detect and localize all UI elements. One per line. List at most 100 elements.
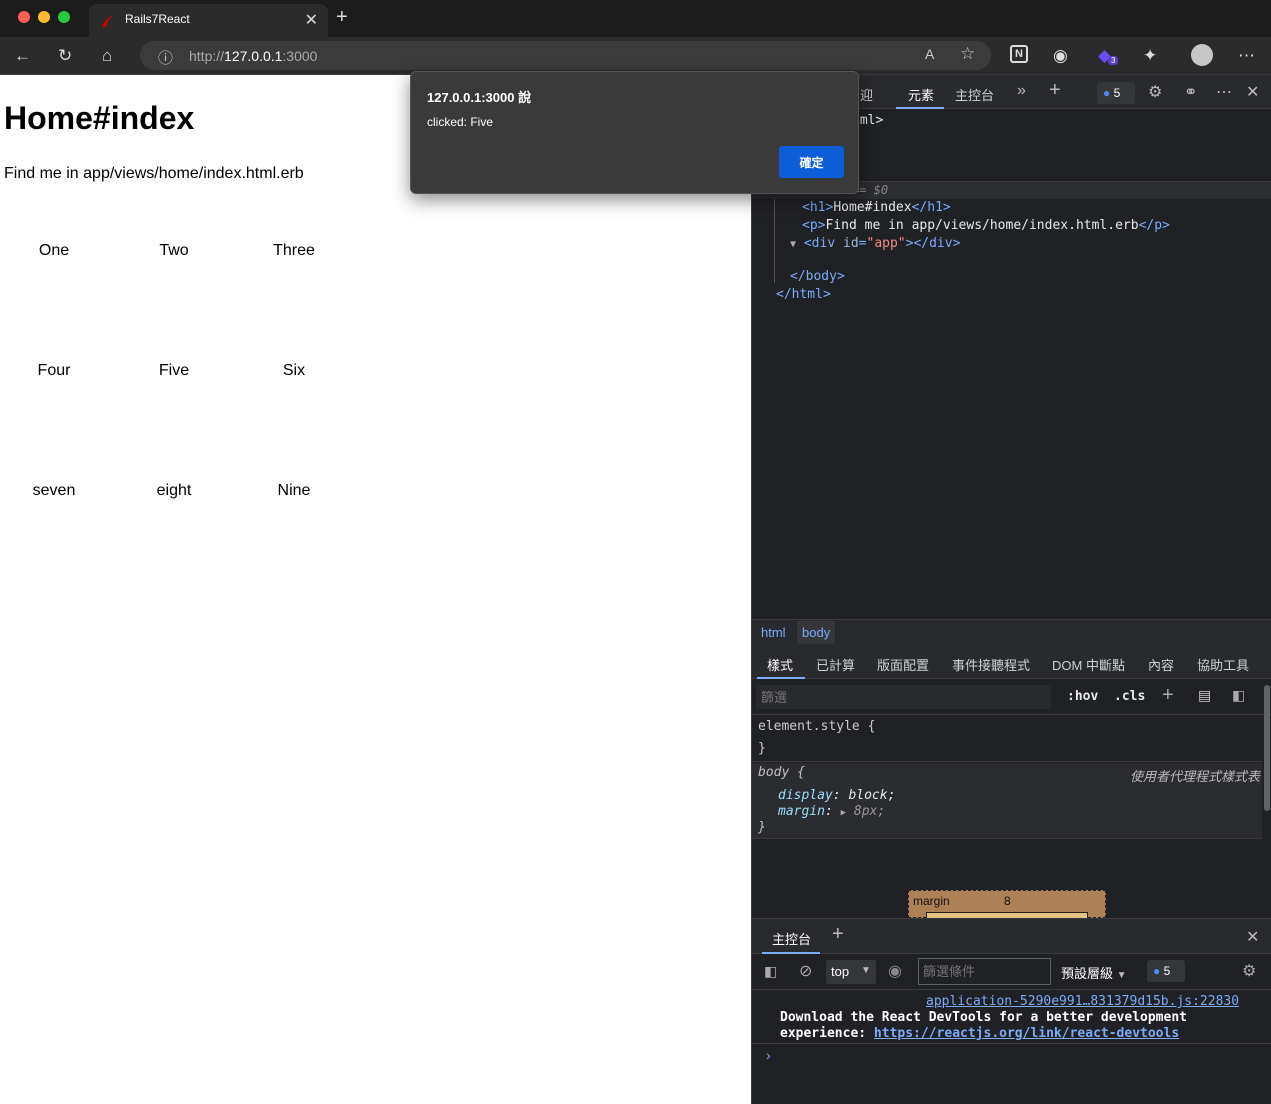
box-model-value: 8 <box>1004 894 1011 908</box>
styles-scrollbar[interactable] <box>1264 685 1270 811</box>
tab-properties[interactable]: 內容 <box>1148 655 1174 674</box>
home-icon[interactable]: ⌂ <box>102 46 112 66</box>
issues-badge[interactable]: ● 5 <box>1097 82 1135 104</box>
drawer-tab-bar: 主控台 + ✕ <box>752 918 1271 954</box>
minimize-window-button[interactable] <box>38 11 50 23</box>
display-declaration[interactable]: display: block; <box>778 788 895 803</box>
react-devtools-link[interactable]: https://reactjs.org/link/react-devtools <box>874 1026 1179 1041</box>
close-tab-icon[interactable]: ✕ <box>305 10 318 30</box>
expand-triangle-icon[interactable]: ▼ <box>790 239 796 250</box>
browser-tab[interactable]: Rails7React ✕ <box>89 4 328 37</box>
issue-icon: ● <box>1103 86 1111 100</box>
notion-extension-icon[interactable]: N <box>1010 45 1028 63</box>
grid-cell[interactable]: seven <box>4 482 104 500</box>
page-heading: Home#index <box>4 100 195 136</box>
more-menu-icon[interactable]: ⋯ <box>1238 46 1255 66</box>
tab-console[interactable]: 主控台 <box>955 85 994 104</box>
tab-elements[interactable]: 元素 <box>908 85 934 104</box>
body-rule-close: } <box>758 820 766 835</box>
tab-event-listeners[interactable]: 事件接聽程式 <box>952 655 1030 674</box>
styles-filter-row: :hov .cls + ▤ ◧ <box>752 679 1271 715</box>
grid-cell[interactable]: Two <box>124 242 224 260</box>
breadcrumb: html body <box>752 619 1271 645</box>
tab-computed[interactable]: 已計算 <box>816 655 855 674</box>
close-devtools-icon[interactable]: ✕ <box>1246 82 1259 102</box>
drawer-add-tab-icon[interactable]: + <box>832 923 844 946</box>
margin-declaration[interactable]: margin: ▶ 8px; <box>778 804 885 819</box>
console-sidebar-icon[interactable]: ◧ <box>764 963 777 980</box>
live-expression-eye-icon[interactable]: ◉ <box>888 961 902 981</box>
more-tabs-icon[interactable]: » <box>1017 82 1026 100</box>
user-agent-label: 使用者代理程式樣式表 <box>1129 769 1260 784</box>
hov-toggle[interactable]: :hov <box>1067 689 1098 704</box>
customize-icon[interactable]: ⚭ <box>1184 82 1197 102</box>
styles-filter-input[interactable] <box>756 685 1051 709</box>
console-message-line1: Download the React DevTools for a better… <box>780 1010 1187 1025</box>
dom-p[interactable]: <p>Find me in app/views/home/index.html.… <box>802 218 1170 233</box>
settings-gear-icon[interactable]: ⚙ <box>1148 82 1162 102</box>
console-filter-input[interactable] <box>918 958 1051 985</box>
dom-div-app[interactable]: ▼ <div id="app"></div> <box>790 236 960 251</box>
console-settings-icon[interactable]: ⚙ <box>1242 961 1256 981</box>
tab-title: Rails7React <box>125 12 190 26</box>
url-text[interactable]: http://127.0.0.1:3000 <box>189 48 317 64</box>
context-selector[interactable]: top ▼ <box>826 960 876 984</box>
active-tab-indicator <box>896 107 944 109</box>
console-issues-badge[interactable]: ● 5 <box>1147 960 1185 982</box>
browser-toolbar: ← ↻ ⌂ ⓘ http://127.0.0.1:3000 A ☆ N ◉ ◆ … <box>0 37 1271 75</box>
address-bar[interactable]: ⓘ http://127.0.0.1:3000 A ☆ <box>140 41 991 70</box>
body-style-rule[interactable]: body { 使用者代理程式樣式表 display: block; margin… <box>752 763 1262 839</box>
add-tab-icon[interactable]: + <box>1049 79 1061 102</box>
console-source-link[interactable]: application-5290e991…831379d15b.js:22830 <box>926 994 1239 1009</box>
spy-extension-icon[interactable]: ◉ <box>1053 46 1068 66</box>
breadcrumb-item-html[interactable]: html <box>761 625 786 640</box>
tab-styles[interactable]: 樣式 <box>767 655 793 674</box>
console-prompt-icon: › <box>766 1047 771 1063</box>
log-levels-dropdown[interactable]: 預設層級 ▼ <box>1061 963 1127 982</box>
element-style-rule[interactable]: element.style { } <box>752 716 1262 762</box>
clear-console-icon[interactable]: ⊘ <box>799 961 812 981</box>
dom-body-close[interactable]: </body> <box>790 269 845 284</box>
reload-icon[interactable]: ↻ <box>58 46 72 66</box>
dom-h1[interactable]: <h1>Home#index</h1> <box>802 200 951 215</box>
grid-cell[interactable]: Six <box>244 362 344 380</box>
paint-brush-icon[interactable]: ▤ <box>1198 687 1211 704</box>
breadcrumb-item-body[interactable]: body <box>797 621 836 644</box>
info-icon[interactable]: ⓘ <box>158 47 173 68</box>
grid-cell[interactable]: eight <box>124 482 224 500</box>
profile-avatar[interactable] <box>1191 44 1213 66</box>
grid-cell[interactable]: Nine <box>244 482 344 500</box>
grid-cell[interactable]: Four <box>4 362 104 380</box>
styles-tab-bar: 樣式 已計算 版面配置 事件接聽程式 DOM 中斷點 內容 協助工具 <box>752 645 1271 679</box>
drawer-tab-console[interactable]: 主控台 <box>772 929 811 948</box>
back-icon[interactable]: ← <box>14 46 31 66</box>
new-tab-icon[interactable]: + <box>336 6 348 29</box>
read-aloud-icon[interactable]: A <box>925 46 934 62</box>
tab-welcome[interactable]: 迎 <box>860 85 873 104</box>
console-prompt-row[interactable]: › <box>752 1043 1271 1067</box>
console-message-line2: experience: https://reactjs.org/link/rea… <box>780 1026 1180 1041</box>
tab-accessibility[interactable]: 協助工具 <box>1197 655 1249 674</box>
favorite-star-icon[interactable]: ☆ <box>960 44 975 64</box>
expand-triangle-icon[interactable]: ▶ <box>841 808 846 818</box>
grid-cell[interactable]: Five <box>124 362 224 380</box>
box-model-label: margin <box>913 894 950 908</box>
dom-html-close[interactable]: </html> <box>776 287 831 302</box>
new-style-rule-icon[interactable]: + <box>1162 684 1174 707</box>
close-window-button[interactable] <box>18 11 30 23</box>
grid-cell[interactable]: One <box>4 242 104 260</box>
zoom-window-button[interactable] <box>58 11 70 23</box>
tab-dom-breakpoints[interactable]: DOM 中斷點 <box>1052 655 1125 674</box>
tab-layout[interactable]: 版面配置 <box>877 655 929 674</box>
more-options-icon[interactable]: ⋯ <box>1216 82 1232 102</box>
toggle-sidebar-icon[interactable]: ◧ <box>1232 687 1245 704</box>
extensions-puzzle-icon[interactable]: ✦ <box>1143 46 1157 66</box>
console-toolbar: ◧ ⊘ top ▼ ◉ 預設層級 ▼ ● 5 ⚙ <box>752 954 1271 990</box>
close-drawer-icon[interactable]: ✕ <box>1246 927 1259 947</box>
cls-toggle[interactable]: .cls <box>1114 689 1145 704</box>
alert-dialog: 127.0.0.1:3000 說 clicked: Five 確定 <box>410 71 859 194</box>
dropdown-arrow-icon: ▼ <box>861 965 871 976</box>
rails-icon <box>102 15 114 27</box>
grid-cell[interactable]: Three <box>244 242 344 260</box>
alert-ok-button[interactable]: 確定 <box>779 146 844 178</box>
